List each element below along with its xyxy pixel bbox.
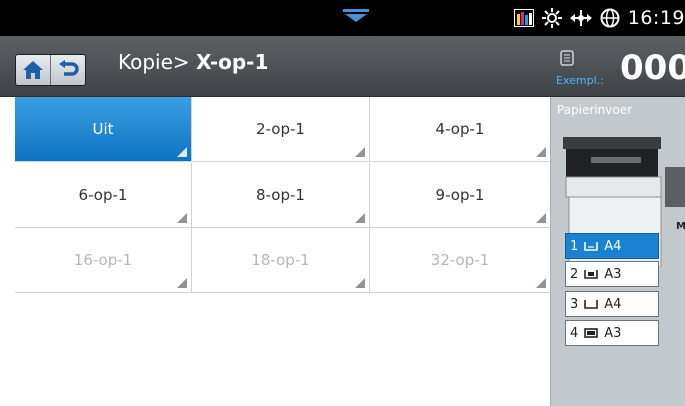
page-title: X-op-1 — [196, 50, 269, 74]
tray-1-button[interactable]: 1 A4 — [565, 233, 659, 259]
back-arrow-icon — [59, 60, 79, 76]
paper-tray-icon — [584, 328, 599, 338]
paper-tray-icon — [584, 270, 599, 279]
option-18-op-1-button: 18-op-1 — [192, 228, 370, 293]
option-label: 4-op-1 — [435, 120, 485, 138]
breadcrumb-parent: Kopie> — [118, 50, 190, 74]
option-label: 16-op-1 — [73, 251, 133, 269]
header-bar: Kopie> X-op-1 Exempl.: 0001 — [0, 36, 685, 97]
tray-number: 4 — [570, 325, 579, 341]
svg-text:M: M — [676, 221, 685, 232]
eco-sun-icon — [541, 8, 562, 28]
corner-mark — [177, 147, 187, 157]
option-9-op-1-button[interactable]: 9-op-1 — [370, 163, 550, 228]
corner-mark — [355, 278, 365, 288]
copies-label: Exempl.: — [556, 74, 604, 87]
option-6-op-1-button[interactable]: 6-op-1 — [15, 163, 192, 228]
tray-size: A4 — [604, 238, 622, 254]
clock-time: 16:19 — [627, 7, 685, 29]
back-button[interactable] — [50, 55, 85, 85]
corner-mark — [536, 278, 546, 288]
tray-3-button[interactable]: 3 A4 — [565, 291, 659, 317]
status-bar: 16:19 — [0, 0, 685, 36]
corner-mark — [177, 213, 187, 223]
paper-tray-icon — [584, 242, 599, 251]
corner-mark — [536, 147, 546, 157]
nav-button-group — [15, 54, 86, 86]
corner-mark — [177, 278, 187, 288]
copies-count[interactable]: 0001 — [620, 48, 685, 88]
panel-title: Papierinvoer — [557, 103, 633, 117]
paper-tray-icon — [584, 300, 599, 309]
tray-number: 2 — [570, 266, 579, 282]
breadcrumb: Kopie> X-op-1 — [118, 50, 268, 74]
option-label: 32-op-1 — [430, 251, 490, 269]
option-label: 18-op-1 — [251, 251, 310, 269]
dropdown-arrow-icon[interactable] — [343, 9, 369, 23]
option-label: 6-op-1 — [78, 186, 128, 204]
network-icon — [569, 10, 592, 26]
tray-number: 1 — [570, 238, 579, 254]
home-button[interactable] — [16, 55, 50, 85]
option-uit-button[interactable]: Uit — [15, 97, 192, 162]
globe-icon — [600, 8, 620, 28]
corner-mark — [355, 147, 365, 157]
option-2-op-1-button[interactable]: 2-op-1 — [192, 97, 370, 162]
option-8-op-1-button[interactable]: 8-op-1 — [192, 163, 370, 228]
home-icon — [23, 61, 43, 79]
option-16-op-1-button: 16-op-1 — [15, 228, 192, 293]
copies-icon — [560, 50, 574, 66]
toner-level-icon — [513, 9, 534, 27]
tray-2-button[interactable]: 2 A3 — [565, 261, 659, 287]
tray-size: A4 — [604, 296, 622, 312]
option-32-op-1-button: 32-op-1 — [370, 228, 550, 293]
option-4-op-1-button[interactable]: 4-op-1 — [370, 97, 550, 162]
tray-size: A3 — [604, 266, 622, 282]
option-label: 2-op-1 — [256, 120, 305, 138]
tray-4-button[interactable]: 4 A3 — [565, 320, 659, 346]
tray-size: A3 — [604, 325, 622, 341]
option-label: 9-op-1 — [435, 186, 485, 204]
corner-mark — [355, 213, 365, 223]
corner-mark — [536, 213, 546, 223]
tray-number: 3 — [570, 296, 579, 312]
option-label: Uit — [92, 120, 114, 138]
option-label: 8-op-1 — [256, 186, 305, 204]
